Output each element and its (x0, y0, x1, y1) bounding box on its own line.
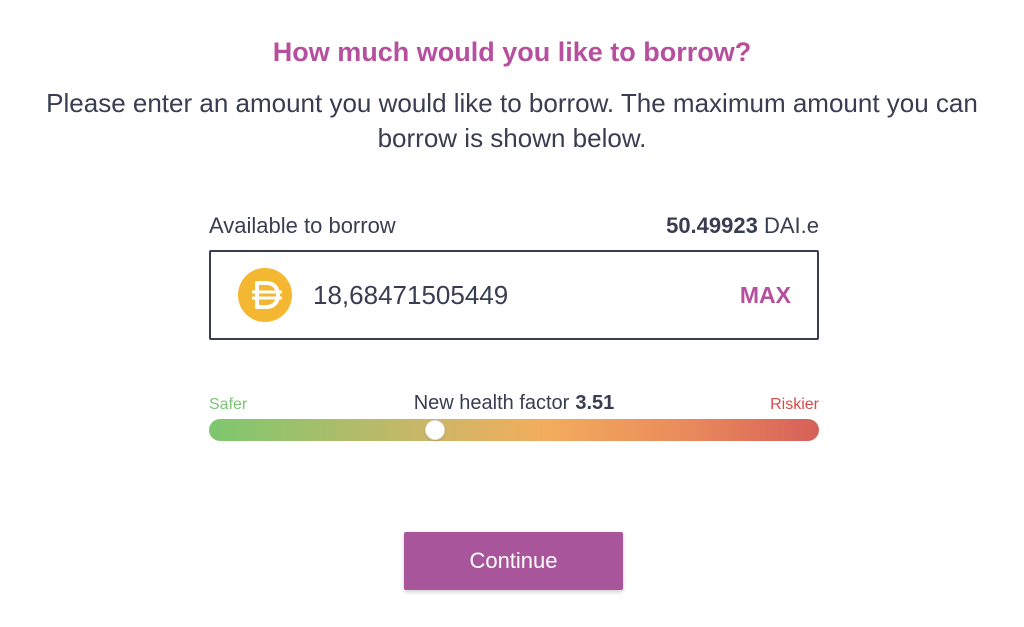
amount-input-box[interactable]: MAX (209, 250, 819, 340)
health-factor-label: New health factor (413, 392, 570, 414)
page-description: Please enter an amount you would like to… (46, 88, 978, 153)
available-symbol: DAI.e (763, 213, 819, 238)
available-label: Available to borrow (209, 213, 396, 238)
available-to-borrow-row: Available to borrow 50.49923 DAI.e (209, 210, 819, 242)
riskier-label: Riskier (770, 396, 819, 413)
dai-token-icon (238, 268, 292, 322)
health-factor-slider-thumb[interactable] (424, 420, 445, 440)
continue-button[interactable]: Continue (404, 532, 623, 590)
health-factor-display: New health factor 3.51 (209, 390, 819, 416)
page-title: How much would you like to borrow? (272, 37, 752, 67)
max-button[interactable]: MAX (740, 280, 791, 310)
available-amount: 50.49923 (666, 213, 758, 238)
borrow-amount-input[interactable] (313, 272, 703, 318)
health-factor-slider[interactable] (209, 419, 819, 441)
available-value: 50.49923 DAI.e (666, 210, 819, 242)
health-factor-value: 3.51 (575, 392, 615, 414)
borrow-amount-page: How much would you like to borrow? Pleas… (0, 0, 1024, 627)
health-factor-row: Safer New health factor 3.51 Riskier (209, 390, 819, 420)
